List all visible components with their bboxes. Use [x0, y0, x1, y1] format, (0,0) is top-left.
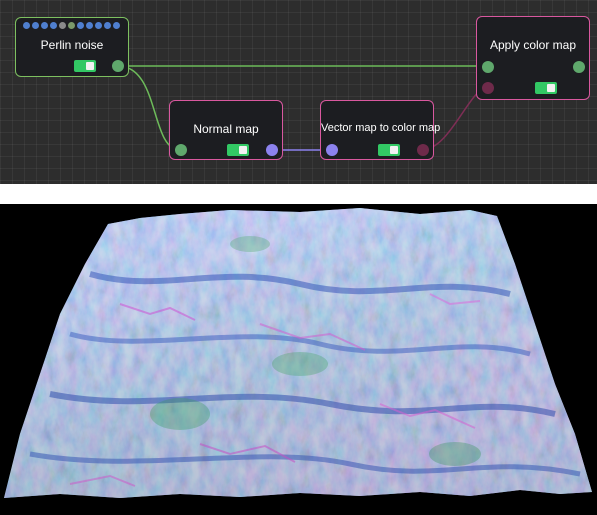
output-port[interactable] [112, 60, 124, 72]
node-perlin-noise[interactable]: Perlin noise [15, 17, 129, 77]
node-title: Perlin noise [40, 38, 104, 52]
enable-toggle[interactable] [74, 60, 96, 72]
color-dot [50, 22, 57, 29]
color-dot [86, 22, 93, 29]
node-graph-editor[interactable]: Perlin noise Normal map Vector map to co… [0, 0, 597, 184]
color-dots-strip [23, 22, 120, 29]
color-dot [113, 22, 120, 29]
node-title: Vector map to color map [321, 122, 441, 134]
terrain-surface [4, 208, 592, 498]
input-port[interactable] [175, 144, 187, 156]
color-dot [23, 22, 30, 29]
toggle-knob [86, 62, 94, 70]
color-dot [104, 22, 111, 29]
color-dot [59, 22, 66, 29]
node-title: Apply color map [489, 38, 577, 52]
node-title: Normal map [193, 122, 259, 136]
node-apply-color-map[interactable]: Apply color map [476, 16, 590, 100]
enable-toggle[interactable] [227, 144, 249, 156]
input-port[interactable] [482, 61, 494, 73]
enable-toggle[interactable] [535, 82, 557, 94]
output-port[interactable] [573, 61, 585, 73]
input-port[interactable] [482, 82, 494, 94]
toggle-knob [239, 146, 247, 154]
toggle-knob [390, 146, 398, 154]
color-dot [95, 22, 102, 29]
output-port[interactable] [266, 144, 278, 156]
terrain-render [4, 208, 592, 498]
3d-viewport[interactable] [0, 204, 597, 515]
color-dot [68, 22, 75, 29]
panel-separator [0, 184, 597, 204]
toggle-knob [547, 84, 555, 92]
node-normal-map[interactable]: Normal map [169, 100, 283, 160]
node-vector-map-to-color-map[interactable]: Vector map to color map [320, 100, 441, 160]
color-dot [77, 22, 84, 29]
output-port[interactable] [417, 144, 429, 156]
input-port[interactable] [326, 144, 338, 156]
color-dot [32, 22, 39, 29]
color-dot [41, 22, 48, 29]
enable-toggle[interactable] [378, 144, 400, 156]
